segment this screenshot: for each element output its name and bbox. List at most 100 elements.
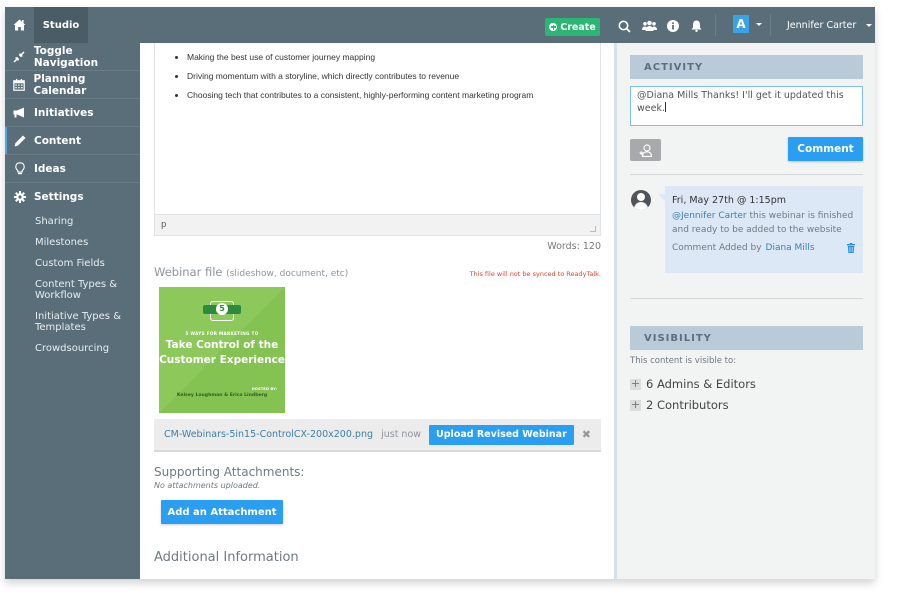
plus-circle-icon (549, 23, 558, 31)
info-button[interactable] (663, 16, 683, 36)
notifications-button[interactable] (686, 16, 706, 36)
5in15-logo: 5 (203, 301, 241, 321)
comment-button[interactable]: Comment (788, 137, 863, 161)
webinar-label-hint: (slideshow, document, etc) (226, 269, 349, 279)
settings-custom-fields[interactable]: Custom Fields (5, 253, 140, 274)
remove-file-icon[interactable]: ✖ (582, 428, 591, 441)
webinar-thumbnail[interactable]: 5 5 WAYS FOR MARKETING TO Take Control o… (159, 287, 285, 413)
divider (630, 298, 863, 299)
visibility-group-label: 6 Admins & Editors (646, 377, 756, 391)
search-icon (618, 20, 631, 33)
activity-heading: ACTIVITY (630, 55, 863, 79)
sidebar-item-ideas[interactable]: Ideas (5, 155, 140, 183)
comment-date: Fri, May 27th @ 1:15pm (672, 195, 787, 206)
rich-text-editor[interactable]: Making the best use of customer journey … (154, 43, 601, 236)
thumbnail-kicker: 5 WAYS FOR MARKETING TO (185, 331, 259, 336)
chevron-down-icon[interactable] (756, 23, 762, 26)
create-label: Create (560, 21, 596, 33)
delete-comment-button[interactable] (847, 243, 855, 253)
settings-milestones[interactable]: Milestones (5, 232, 140, 253)
uploaded-file-row: CM-Webinars-5in15-ControlCX-200x200.png … (154, 419, 601, 452)
collapse-icon (13, 50, 25, 63)
main-content: Making the best use of customer journey … (140, 43, 614, 579)
add-user-icon (639, 143, 652, 157)
text-cursor (664, 102, 666, 112)
sidebar-item-label: Planning Calendar (33, 72, 87, 97)
avatar (631, 190, 651, 210)
resize-handle[interactable] (590, 226, 596, 232)
settings-initiative-types-templates[interactable]: Initiative Types & Templates (5, 306, 140, 338)
webinar-file-label: Webinar file (slideshow, document, etc) (154, 265, 348, 279)
editor-status-bar: p (154, 214, 601, 236)
visibility-intro: This content is visible to: (630, 356, 737, 366)
user-name: Jennifer Carter (787, 19, 857, 31)
expand-plus-icon: + (630, 397, 641, 411)
sidebar-item-initiatives[interactable]: Initiatives (5, 99, 140, 127)
search-button[interactable] (614, 16, 634, 36)
sidebar: Toggle Navigation Planning Calendar Init… (5, 43, 140, 579)
webinar-label-text: Webinar file (154, 265, 223, 279)
team-button[interactable] (639, 16, 659, 36)
comment-added-by-label: Comment Added by (672, 243, 762, 253)
comment-attribution: Comment Added by Diana Mills (672, 241, 855, 255)
megaphone-icon (13, 107, 24, 118)
element-path[interactable]: p (161, 220, 166, 230)
mention-user-button[interactable] (630, 139, 661, 161)
sidebar-item-label: Content (34, 134, 82, 147)
settings-sharing[interactable]: Sharing (5, 211, 140, 232)
studio-tab[interactable]: Studio (34, 7, 88, 43)
chevron-down-icon (866, 23, 873, 27)
team-icon (641, 20, 657, 31)
visibility-group-admins-editors[interactable]: + 6 Admins & Editors (630, 377, 756, 391)
sidebar-item-label: Toggle Navigation (33, 44, 99, 69)
user-menu[interactable]: Jennifer Carter (787, 7, 873, 43)
comment-author[interactable]: Diana Mills (766, 241, 815, 255)
word-count: Words: 120 (547, 241, 601, 252)
visibility-group-contributors[interactable]: + 2 Contributors (630, 398, 729, 412)
comment-draft: @Diana Mills Thanks! I'll get it updated… (637, 90, 844, 114)
app-window: Studio Create A Jennifer Carter Toggle N… (5, 7, 875, 579)
attachments-heading: Supporting Attachments: (154, 465, 305, 479)
sidebar-item-toggle-navigation[interactable]: Toggle Navigation (5, 43, 140, 71)
bullet-item: Making the best use of customer journey … (187, 51, 600, 70)
sync-warning: This file will not be synced to ReadyTal… (469, 270, 601, 278)
settings-content-types-workflow[interactable]: Content Types & Workflow (5, 274, 140, 306)
sidebar-item-content[interactable]: Content (5, 127, 140, 155)
sidebar-item-settings[interactable]: Settings (5, 183, 140, 211)
thumbnail-title-1: Take Control of the (165, 339, 279, 351)
logo-number: 5 (216, 303, 228, 315)
visibility-group-label: 2 Contributors (646, 398, 729, 412)
thumbnail-hosted-by: HOSTED BY: (251, 386, 277, 391)
sidebar-item-label: Settings (34, 191, 84, 203)
home-button[interactable] (5, 7, 34, 43)
bell-icon (691, 20, 701, 32)
sidebar-item-planning-calendar[interactable]: Planning Calendar (5, 71, 140, 99)
bullet-item: Choosing tech that contributes to a cons… (187, 89, 600, 108)
comment-mention[interactable]: @Jennifer Carter (672, 211, 747, 221)
settings-crowdsourcing[interactable]: Crowdsourcing (5, 338, 140, 359)
toolbar-divider (770, 14, 771, 36)
file-timestamp: just now (381, 429, 422, 440)
add-attachment-button[interactable]: Add an Attachment (161, 500, 283, 524)
account-switcher[interactable]: A (733, 15, 749, 33)
create-button[interactable]: Create (545, 18, 600, 36)
bullet-list: Making the best use of customer journey … (155, 43, 600, 108)
toolbar-divider (715, 14, 716, 36)
file-name-link[interactable]: CM-Webinars-5in15-ControlCX-200x200.png (164, 429, 381, 440)
upload-revised-webinar-button[interactable]: Upload Revised Webinar (429, 424, 574, 445)
attachments-empty: No attachments uploaded. (154, 481, 261, 490)
lightbulb-icon (14, 162, 25, 175)
calendar-icon (13, 78, 26, 91)
bullet-item: Driving momentum with a storyline, which… (187, 70, 600, 89)
gear-icon (13, 191, 26, 203)
additional-information-heading: Additional Information (154, 550, 299, 565)
top-bar: Studio Create A Jennifer Carter (5, 7, 875, 43)
info-icon (667, 20, 679, 32)
visibility-heading: VISIBILITY (630, 326, 863, 350)
expand-plus-icon: + (630, 376, 641, 390)
comment-input[interactable]: @Diana Mills Thanks! I'll get it updated… (630, 86, 863, 126)
home-icon (13, 19, 26, 31)
thumbnail-title-2: Customer Experience (159, 354, 285, 366)
thumbnail-hosts: Kelsey Loughman & Erica Lindberg (176, 393, 268, 398)
sidebar-item-label: Initiatives (34, 106, 94, 119)
